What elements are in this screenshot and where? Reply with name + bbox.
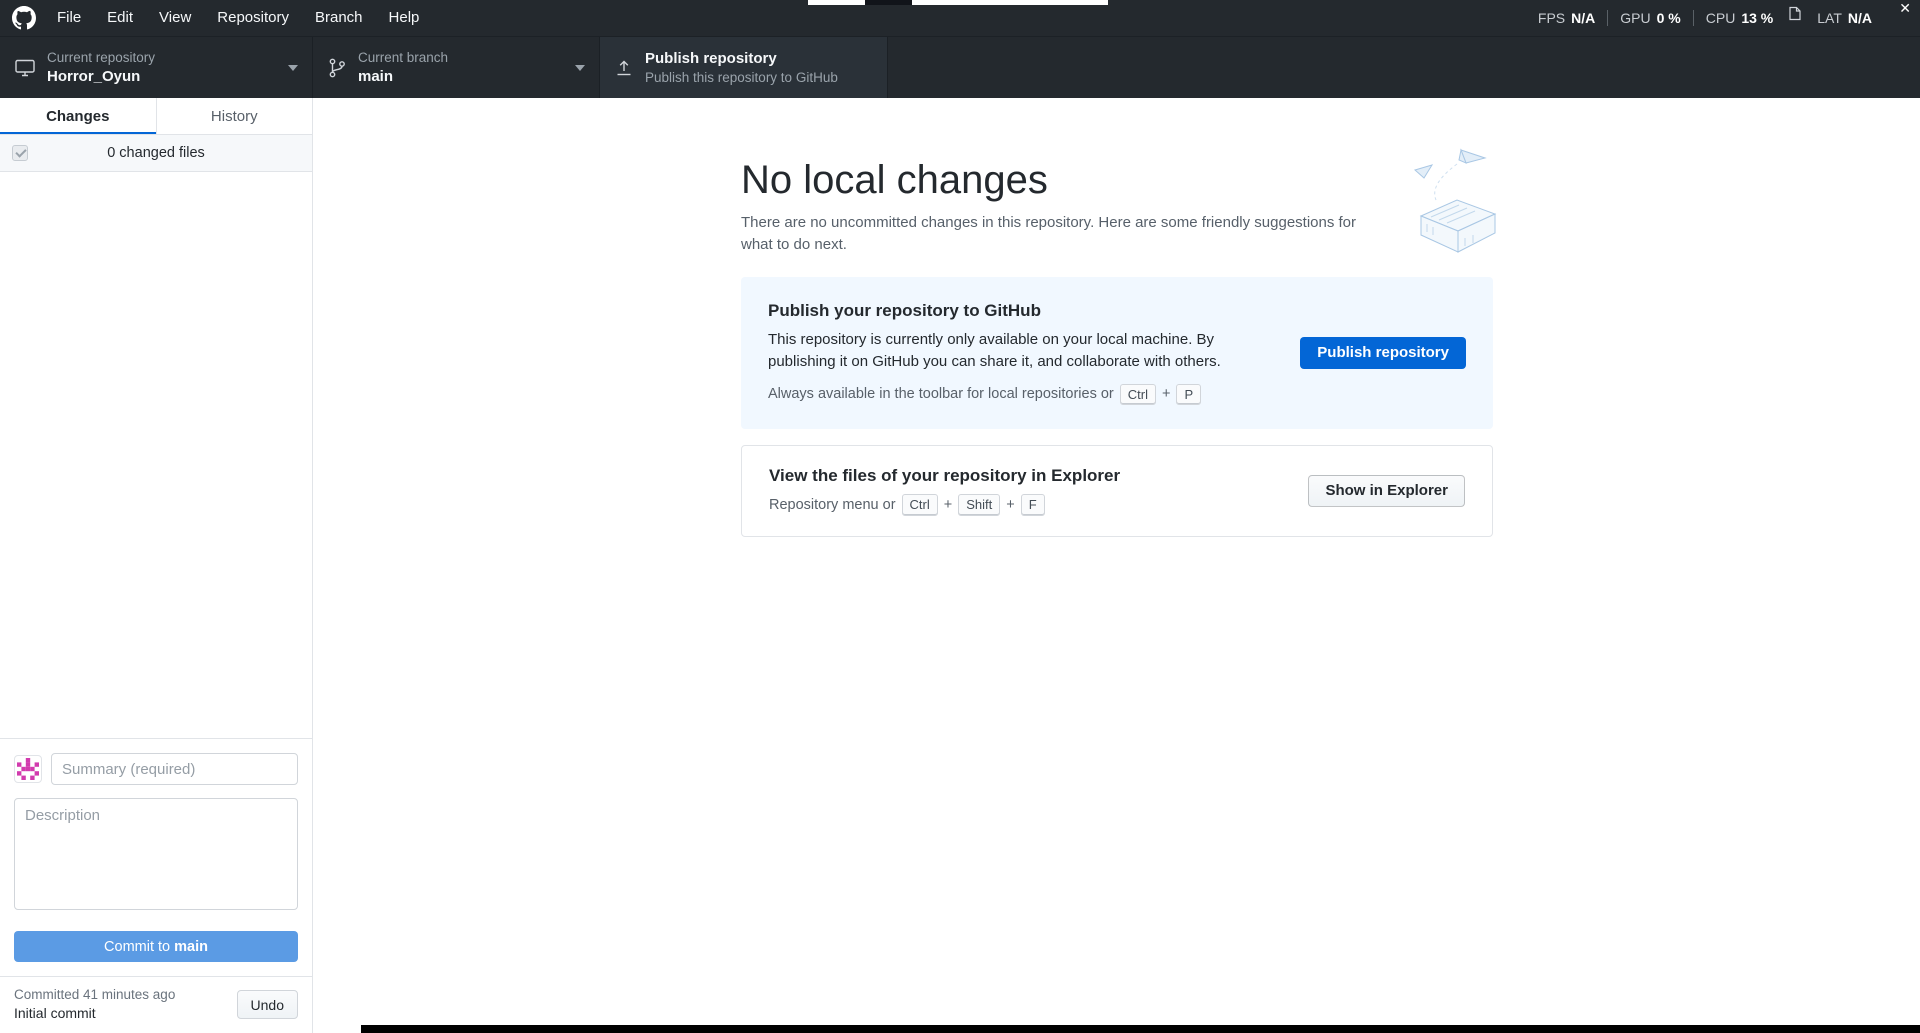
- menu-view[interactable]: View: [146, 0, 204, 36]
- kbd-plus: +: [943, 496, 953, 513]
- menu-repository[interactable]: Repository: [204, 0, 302, 36]
- show-in-explorer-button[interactable]: Show in Explorer: [1308, 474, 1465, 507]
- overlay-page-icon: [1789, 6, 1801, 21]
- cpu-stat: CPU 13 %: [1692, 10, 1785, 26]
- sidebar-tab-bar: Changes History: [0, 98, 312, 135]
- repository-toolbar: Current repository Horror_Oyun Current b…: [0, 36, 1920, 98]
- menu-bar: File Edit View Repository Branch Help FP…: [0, 0, 1920, 36]
- chevron-down-icon: [575, 64, 585, 71]
- kbd-f: F: [1020, 494, 1045, 516]
- publish-repository-button[interactable]: Publish repository: [1300, 336, 1466, 369]
- menu-help[interactable]: Help: [376, 0, 433, 36]
- include-all-checkbox[interactable]: [12, 145, 28, 161]
- last-commit-message: Initial commit: [14, 1005, 96, 1021]
- kbd-p: P: [1176, 383, 1202, 406]
- main-panel: No local changes There are no uncommitte…: [313, 98, 1920, 1033]
- gpu-stat: GPU 0 %: [1607, 10, 1692, 26]
- hint-text: Repository menu or: [769, 496, 896, 513]
- publish-card-hint: Always available in the toolbar for loca…: [768, 383, 1276, 406]
- github-logo-icon: [12, 6, 36, 30]
- menu-branch[interactable]: Branch: [302, 0, 376, 36]
- lat-stat: LAT N/A: [1817, 10, 1872, 26]
- paper-airplane-illustration: [1413, 148, 1497, 253]
- capture-artifact-notch: [865, 0, 912, 5]
- explorer-suggestion-card: View the files of your repository in Exp…: [741, 445, 1493, 537]
- fps-stat: FPS N/A: [1537, 10, 1596, 26]
- explorer-card-title: View the files of your repository in Exp…: [769, 466, 1121, 486]
- bottom-black-strip: [361, 1025, 1920, 1033]
- chevron-down-icon: [288, 64, 298, 71]
- tab-history[interactable]: History: [155, 98, 312, 134]
- git-branch-icon: [327, 57, 347, 79]
- publish-card-body: This repository is currently only availa…: [768, 330, 1221, 371]
- monitor-icon: [14, 58, 36, 78]
- publish-card-title: Publish your repository to GitHub: [768, 300, 1041, 320]
- current-repository-name: Horror_Oyun: [47, 68, 141, 85]
- commit-form: Commit to main: [0, 738, 312, 976]
- explorer-card-hint: Repository menu or Ctrl + Shift + F: [769, 494, 1284, 516]
- kbd-plus: +: [1161, 386, 1171, 403]
- commit-button[interactable]: Commit to main: [14, 931, 298, 962]
- last-commit-bar: Committed 41 minutes ago Initial commit …: [0, 976, 312, 1033]
- changed-files-count: 0 changed files: [107, 145, 205, 161]
- current-repository-dropdown[interactable]: Current repository Horror_Oyun: [0, 37, 313, 98]
- tab-changes[interactable]: Changes: [0, 98, 156, 134]
- kbd-ctrl: Ctrl: [1119, 383, 1156, 406]
- capture-artifact-strip: [808, 0, 1108, 5]
- changed-files-header[interactable]: 0 changed files: [0, 135, 312, 172]
- commit-summary-input[interactable]: [51, 753, 298, 785]
- undo-commit-button[interactable]: Undo: [236, 990, 298, 1019]
- hint-text: Always available in the toolbar for loca…: [768, 386, 1114, 403]
- page-subtitle: There are no uncommitted changes in this…: [741, 214, 1357, 253]
- kbd-ctrl: Ctrl: [901, 494, 938, 516]
- window-close-button[interactable]: ✕: [1899, 1, 1911, 15]
- kbd-plus: +: [1006, 496, 1015, 513]
- publish-repository-toolbar-button[interactable]: Publish repository Publish this reposito…: [600, 37, 888, 98]
- current-branch-label: Current branch: [358, 50, 449, 65]
- app-menu: File Edit View Repository Branch Help: [44, 0, 432, 36]
- upload-icon: [614, 58, 634, 78]
- current-branch-dropdown[interactable]: Current branch main: [313, 37, 600, 98]
- commit-description-input[interactable]: [14, 798, 298, 910]
- changes-file-list: [0, 172, 312, 738]
- publish-suggestion-card: Publish your repository to GitHub This r…: [741, 276, 1493, 430]
- last-commit-time: Committed 41 minutes ago: [14, 987, 176, 1002]
- menu-file[interactable]: File: [44, 0, 94, 36]
- changes-sidebar: Changes History 0 changed files Summary …: [0, 98, 313, 1033]
- performance-overlay: FPS N/A GPU 0 % CPU 13 % LAT N/A: [1526, 6, 1884, 26]
- user-avatar: [14, 755, 42, 783]
- publish-toolbar-subtitle: Publish this repository to GitHub: [645, 70, 838, 85]
- menu-edit[interactable]: Edit: [94, 0, 146, 36]
- current-branch-name: main: [358, 68, 394, 85]
- kbd-shift: Shift: [958, 494, 1001, 516]
- page-title: No local changes: [741, 158, 1048, 202]
- publish-toolbar-title: Publish repository: [645, 50, 777, 67]
- current-repository-label: Current repository: [47, 50, 156, 65]
